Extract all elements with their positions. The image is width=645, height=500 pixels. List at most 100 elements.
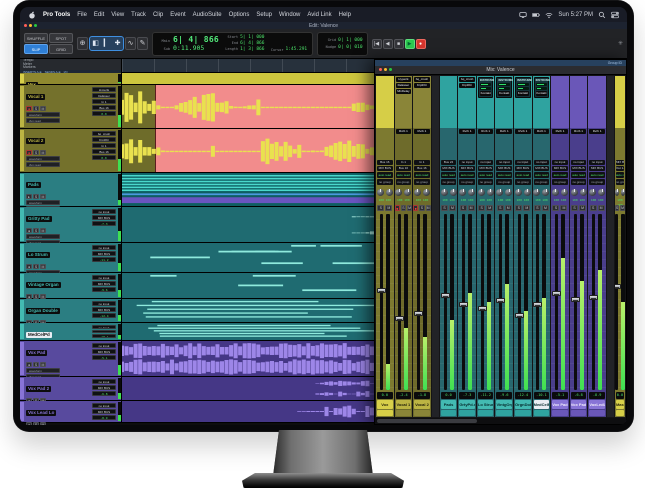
track-volume-readout[interactable]: -11.2 xyxy=(92,257,116,262)
instrument-plugin[interactable]: Kontakt xyxy=(536,91,548,96)
track-name-label[interactable]: Vox Pad xyxy=(26,350,47,356)
input-selector[interactable]: Bus 24 xyxy=(441,160,457,165)
track-name-label[interactable]: Vox Pad 2 xyxy=(26,386,51,392)
track-name-label[interactable]: Pads xyxy=(26,182,41,188)
track-output-selector[interactable]: MIX BUS xyxy=(92,330,116,334)
group-assignment[interactable]: no group xyxy=(515,179,531,185)
group-assignment[interactable]: no group xyxy=(616,179,624,185)
pan-knob-right[interactable] xyxy=(505,189,512,196)
track-name-label[interactable]: MedCelPd xyxy=(26,332,52,338)
track-volume-readout[interactable]: 0.0 xyxy=(92,155,116,160)
group-assignment[interactable]: no group xyxy=(589,179,605,185)
solo-button[interactable]: S xyxy=(571,205,578,211)
menu-app-name[interactable]: Pro Tools xyxy=(43,12,70,18)
insert-plugin[interactable]: bq_crush xyxy=(414,77,430,82)
mute-button[interactable]: M xyxy=(579,205,586,211)
volume-fader[interactable] xyxy=(615,214,618,390)
wifi-icon[interactable] xyxy=(545,11,553,19)
volume-fader[interactable] xyxy=(481,214,484,390)
input-selector[interactable]: no input xyxy=(589,160,605,165)
track-volume-readout[interactable]: -9.6 xyxy=(92,287,116,292)
pan-knob-left[interactable] xyxy=(571,189,578,196)
volume-fader[interactable] xyxy=(444,214,447,390)
output-selector[interactable]: Bus 16 xyxy=(396,166,412,171)
mute-button[interactable]: M xyxy=(40,422,46,425)
menu-item-file[interactable]: File xyxy=(77,12,87,18)
pan-knob-left[interactable] xyxy=(515,189,522,196)
pan-knob-right[interactable] xyxy=(386,189,393,196)
pan-knob-right[interactable] xyxy=(423,189,430,196)
insert-plugin[interactable]: MixDelay xyxy=(396,89,412,94)
trim-tool-button[interactable]: ◧ xyxy=(90,37,101,50)
output-selector[interactable]: Bus 16 xyxy=(414,166,430,171)
volume-fader[interactable] xyxy=(536,214,539,390)
pan-knob-right[interactable] xyxy=(450,189,457,196)
volume-readout[interactable]: -12.4 xyxy=(515,392,531,399)
pan-knob-right[interactable] xyxy=(524,189,531,196)
solo-button[interactable]: S xyxy=(441,205,448,211)
track-volume-readout[interactable]: -6.8 xyxy=(92,391,116,396)
mix-window-titlebar[interactable]: Mix: Valence xyxy=(375,66,626,75)
grid-value[interactable]: 0| 1| 000 xyxy=(338,38,362,43)
folder-toggle-icon[interactable]: ▸ xyxy=(26,194,32,199)
send-slot[interactable]: Rvrb 1 xyxy=(589,129,605,134)
toolbar-menu-gear-icon[interactable]: ✳ xyxy=(618,40,623,47)
mute-button[interactable]: M xyxy=(598,205,605,211)
track-input-selector[interactable]: no input xyxy=(92,325,116,329)
solo-button[interactable]: S xyxy=(460,205,467,211)
volume-fader[interactable] xyxy=(592,214,595,390)
solo-button[interactable]: S xyxy=(33,106,39,111)
pan-knob-left[interactable] xyxy=(459,189,466,196)
solo-button[interactable]: S xyxy=(33,422,39,425)
track-header[interactable]: Vocal 1 ● S M waveform dyn read HyperikD… xyxy=(20,85,122,128)
send-slot[interactable]: Rvrb 1 xyxy=(478,129,494,134)
menu-item-options[interactable]: Options xyxy=(229,12,250,18)
track-name-label[interactable]: Lo Strum xyxy=(26,252,50,258)
volume-readout[interactable]: -11.2 xyxy=(478,392,494,399)
track-name-label[interactable]: Gritty Pad xyxy=(26,216,52,222)
automation-mode[interactable]: auto read xyxy=(478,172,494,178)
track-volume-readout[interactable]: 0.0 xyxy=(92,111,116,116)
mute-button[interactable]: M xyxy=(40,194,46,199)
track-input-selector[interactable]: no input xyxy=(92,301,116,306)
track-input-selector[interactable]: no input xyxy=(92,209,116,214)
send-slot[interactable]: Rvrb 1 xyxy=(496,129,512,134)
volume-readout[interactable]: 0.0 xyxy=(441,392,457,399)
output-selector[interactable]: MIX BUS xyxy=(534,166,550,171)
instrument-block[interactable]: INSTRUMENT Kontakt xyxy=(515,77,531,98)
strip-name-label[interactable]: Vox xyxy=(377,400,393,409)
track-input-selector[interactable]: no input xyxy=(92,403,116,408)
track-view-selector[interactable]: waveform xyxy=(26,156,60,161)
mute-button[interactable]: M xyxy=(505,205,512,211)
track-output-selector[interactable]: MIX BUS xyxy=(92,215,116,220)
pan-knob-right[interactable] xyxy=(580,189,587,196)
send-slot[interactable]: Rvrb 1 xyxy=(515,129,531,134)
instrument-plugin[interactable]: Kontakt xyxy=(480,91,492,96)
volume-fader[interactable] xyxy=(518,214,521,390)
instrument-block[interactable]: INSTRUMENT Kontakt xyxy=(496,77,512,98)
mute-button[interactable]: M xyxy=(40,362,46,367)
control-center-icon[interactable] xyxy=(611,11,619,19)
output-selector[interactable]: Out 1-2 xyxy=(616,166,624,171)
zoomer-tool-button[interactable]: ⊕ xyxy=(77,37,88,50)
pan-knob-right[interactable] xyxy=(598,189,605,196)
mute-button[interactable]: M xyxy=(40,228,46,233)
scrubber-tool-button[interactable]: ∿ xyxy=(125,37,136,50)
solo-button[interactable]: S xyxy=(590,205,597,211)
output-selector[interactable]: MIX BUS xyxy=(459,166,475,171)
track-view-selector[interactable]: waveform xyxy=(26,234,60,239)
track-output-selector[interactable]: MIX BUS xyxy=(92,251,116,256)
track-output-selector[interactable]: MIX BUS xyxy=(92,307,116,312)
nudge-value[interactable]: 0| 0| 010 xyxy=(338,45,362,50)
insert-plugin[interactable]: bq_crush xyxy=(459,77,475,82)
automation-mode[interactable]: auto read xyxy=(396,172,412,178)
volume-readout[interactable]: -10.1 xyxy=(534,392,550,399)
track-volume-readout[interactable]: -7.3 xyxy=(92,221,116,226)
send-slot[interactable]: Rvrb 1 xyxy=(534,129,550,134)
output-selector[interactable]: MIX BUS xyxy=(552,166,568,171)
insert-slot[interactable]: DeEsser xyxy=(92,93,116,98)
automation-mode[interactable]: auto read xyxy=(496,172,512,178)
edit-mode-spot[interactable]: SPOT xyxy=(49,33,73,43)
group-assignment[interactable]: no group xyxy=(414,179,430,185)
pencil-tool-button[interactable]: ✎ xyxy=(137,37,148,50)
